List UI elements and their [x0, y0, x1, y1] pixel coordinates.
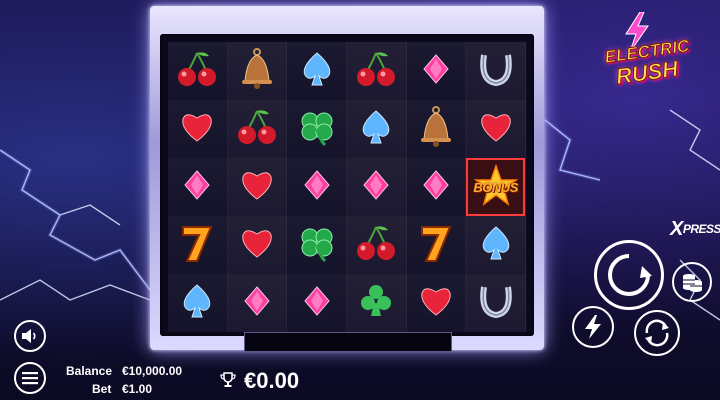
menu-button[interactable] [14, 362, 46, 394]
reel-cell [406, 158, 467, 216]
heart-icon [474, 105, 518, 154]
heart-icon [175, 105, 219, 154]
spade-icon [474, 221, 518, 270]
reel-cell [168, 42, 228, 100]
hamburger-icon [22, 372, 38, 385]
reel-cell [227, 100, 288, 158]
balance-value: €10,000.00 [122, 364, 183, 378]
diamond-icon [295, 279, 339, 328]
diamond-icon [175, 163, 219, 212]
seven-icon [414, 221, 458, 270]
xpress-label: PRESS [682, 222, 720, 236]
bet-label: Bet [92, 382, 112, 396]
horseshoe-icon [474, 279, 518, 328]
reel-cell [168, 216, 228, 274]
reel-cell [168, 100, 228, 158]
bell-icon [414, 105, 458, 154]
heart-icon [235, 163, 279, 212]
reel-cell [406, 216, 467, 274]
diamond-icon [235, 279, 279, 328]
win-display-slot [244, 332, 452, 352]
sound-button[interactable] [14, 320, 46, 352]
reel-cell [168, 274, 228, 332]
cherries-icon [354, 221, 398, 270]
bet-settings-button[interactable] [672, 262, 712, 302]
bell-icon [235, 47, 279, 96]
reel-cell [406, 42, 467, 100]
reel-cell [287, 216, 347, 274]
spade-icon [354, 105, 398, 154]
reel-cell [466, 274, 526, 332]
spin-button[interactable] [594, 240, 664, 310]
seven-icon [175, 221, 219, 270]
reel-cell [466, 100, 526, 158]
reel-cell [227, 42, 288, 100]
reel-cell [347, 274, 407, 332]
trophy-icon [220, 372, 236, 387]
autoplay-icon [645, 319, 669, 347]
reel-cell [406, 100, 467, 158]
diamond-icon [354, 163, 398, 212]
win-amount: €0.00 [244, 368, 300, 393]
cherries-icon [354, 47, 398, 96]
spade-icon [295, 47, 339, 96]
spade-icon [175, 279, 219, 328]
reel-cell [347, 216, 407, 274]
lightning-icon [585, 315, 601, 339]
xpress-x: X [670, 218, 683, 240]
bet-value: €1.00 [122, 382, 153, 396]
xpress-button[interactable]: XPRESS [660, 210, 720, 240]
reel-frame: BONUS [150, 6, 544, 352]
diamond-icon [414, 47, 458, 96]
game-logo: ELECTRIC RUSH [592, 12, 702, 96]
reel-cell [347, 158, 407, 216]
reel-cell [347, 100, 407, 158]
reel-cell [227, 158, 288, 216]
bonus-label: BONUS [473, 179, 518, 195]
reel-cell [287, 100, 347, 158]
reel-cell [227, 216, 288, 274]
speaker-icon [22, 329, 36, 343]
reel-cell: BONUS [466, 158, 526, 216]
reel-cell [406, 274, 467, 332]
diamond-icon [295, 163, 339, 212]
coins-stack-icon [683, 274, 702, 292]
reel-grid: BONUS [168, 42, 526, 332]
reel-cell [227, 274, 288, 332]
cherries-icon [235, 105, 279, 154]
reel-cell [168, 158, 228, 216]
horseshoe-icon [474, 47, 518, 96]
reel-cell [466, 42, 526, 100]
turbo-button[interactable] [572, 306, 614, 348]
reel-cell [287, 42, 347, 100]
heart-icon [414, 279, 458, 328]
autoplay-button[interactable] [634, 310, 680, 356]
reel-cell [287, 274, 347, 332]
reel-cell [287, 158, 347, 216]
reel-cell [466, 216, 526, 274]
cherries-icon [175, 47, 219, 96]
heart-icon [235, 221, 279, 270]
clover-icon [295, 105, 339, 154]
club-icon [354, 279, 398, 328]
spin-arrows-icon [608, 254, 652, 296]
reel-cell [347, 42, 407, 100]
clover-icon [295, 221, 339, 270]
diamond-icon [414, 163, 458, 212]
balance-label: Balance [66, 364, 113, 378]
